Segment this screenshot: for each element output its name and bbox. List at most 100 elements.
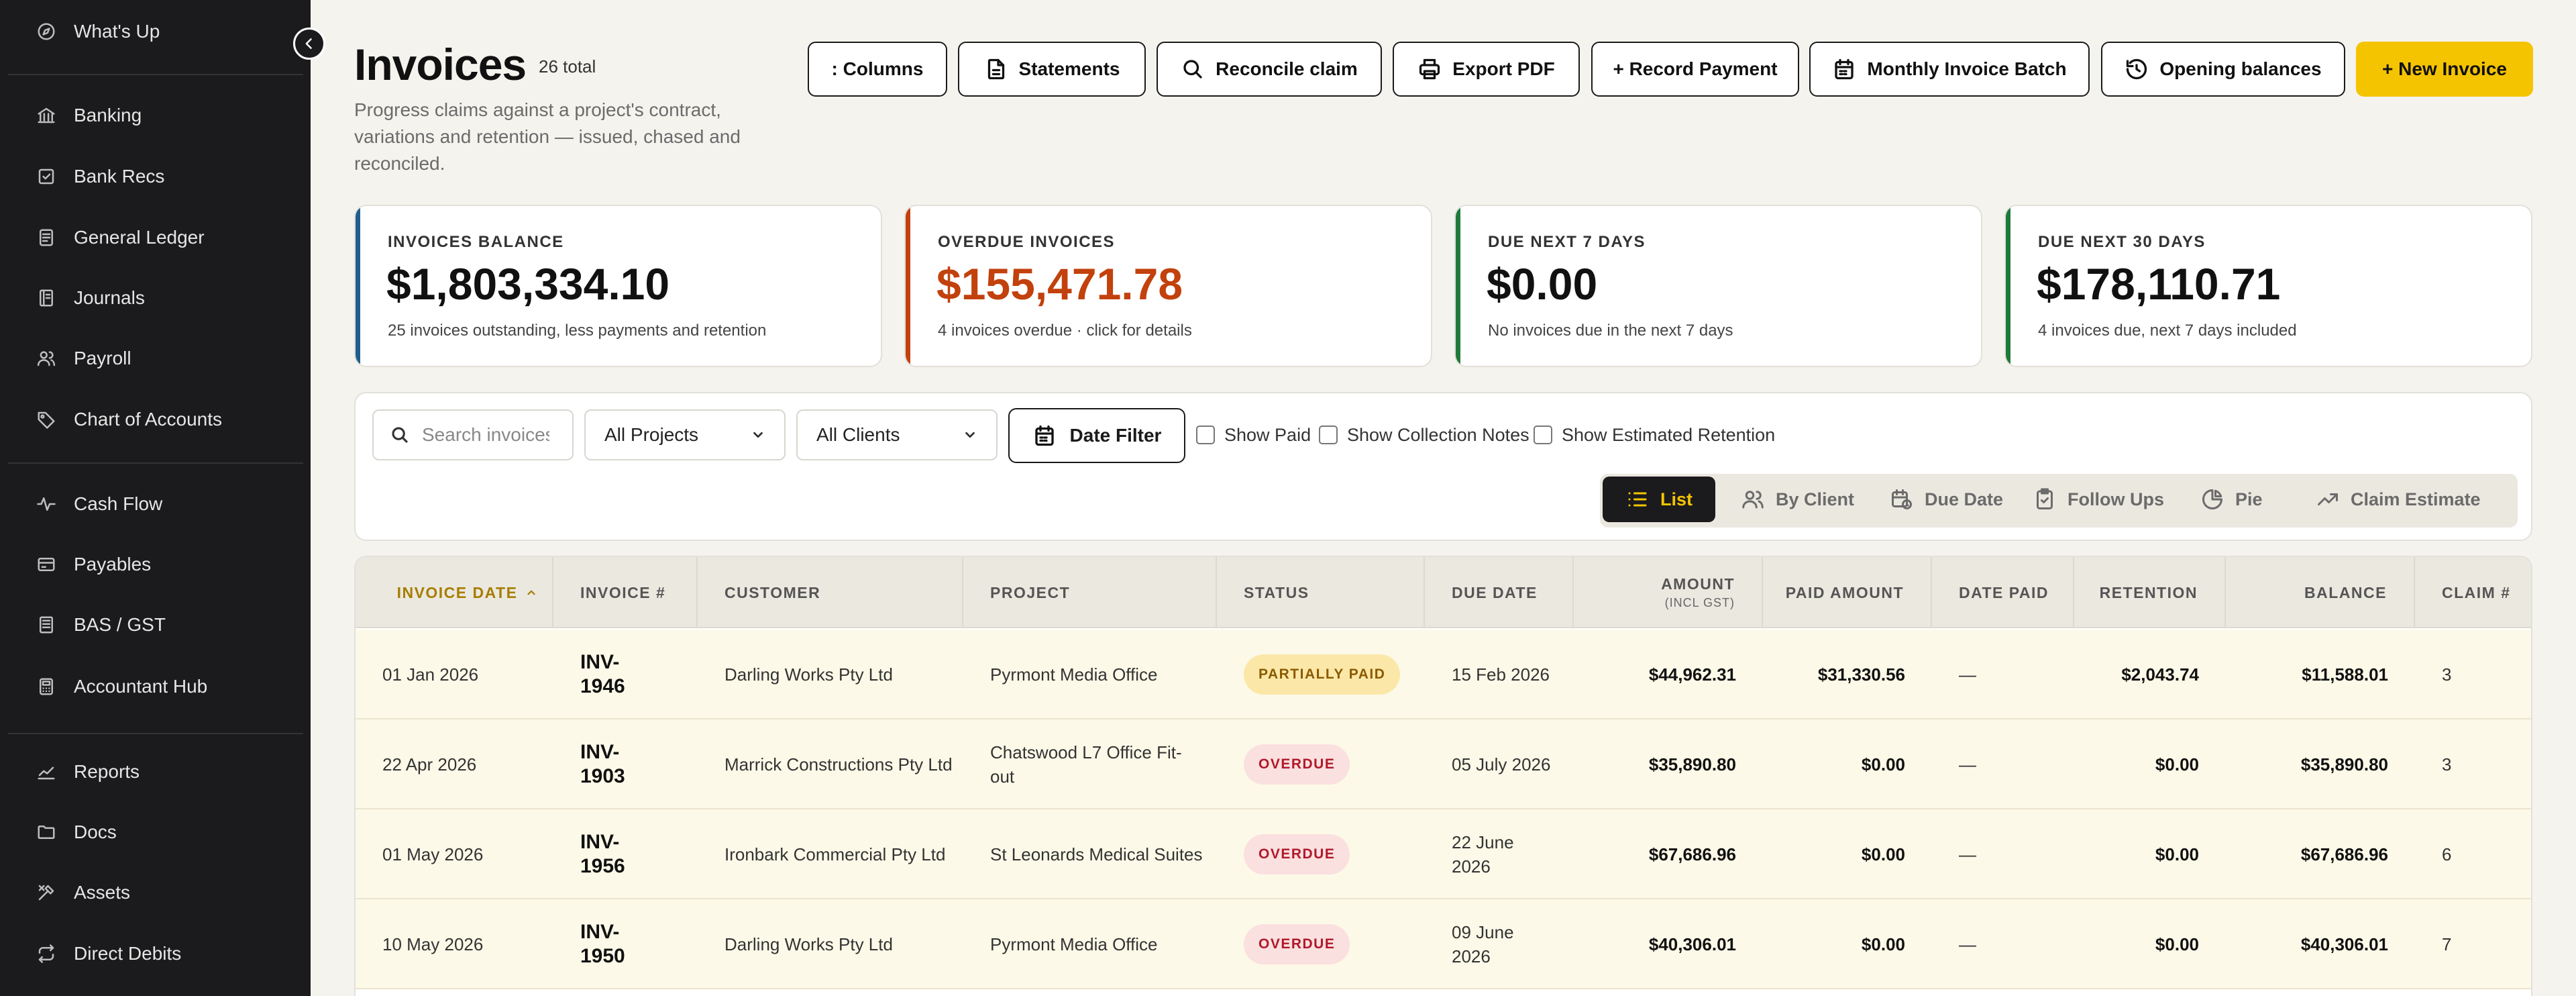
cell-invoice-number[interactable]: INV-1903 [580,719,647,809]
sidebar-item-general-ledger[interactable]: General Ledger [36,217,205,258]
column-header-due-date[interactable]: DUE DATE [1425,557,1574,628]
clients-select-value: All Clients [816,424,900,445]
column-header-invoice-date[interactable]: INVOICE DATE [356,557,553,628]
date-filter-button[interactable]: Date Filter [1008,408,1185,463]
checkbox-box[interactable] [1196,426,1215,444]
sidebar-item-chart-of-accounts[interactable]: Chart of Accounts [36,399,222,440]
view-tab-list[interactable]: List [1603,477,1716,522]
sidebar-item-label: Bank Recs [74,166,165,187]
sidebar-item-journals[interactable]: Journals [36,278,145,318]
date-filter-label: Date Filter [1069,425,1162,446]
clipboard-check-icon [2037,488,2053,509]
kpi-card-invoices-balance[interactable]: INVOICES BALANCE $1,803,334.10 25 invoic… [354,205,882,367]
export-pdf-button[interactable]: Export PDF [1393,42,1580,97]
cell-amount: $67,686.96 [1648,844,1736,864]
column-header-balance[interactable]: BALANCE [2226,557,2415,628]
view-tab-label: Due Date [1925,489,2004,509]
sidebar-item-cash-flow[interactable]: Cash Flow [36,484,162,524]
sidebar-item-banking[interactable]: Banking [36,95,142,136]
cell-retention: $0.00 [2155,844,2199,864]
sidebar-item-payables[interactable]: Payables [36,544,151,585]
cell-invoice-number[interactable]: INV-1956 [580,809,647,899]
sidebar-item-bank-recs[interactable]: Bank Recs [36,156,164,197]
search-input[interactable] [422,424,549,446]
tools-icon [38,885,54,901]
cell-status: PARTIALLY PAID [1244,630,1425,719]
card-icon [38,558,55,571]
view-tab-pie[interactable]: Pie [2191,477,2272,522]
sidebar-item-docs[interactable]: Docs [36,812,117,852]
sidebar-item-payroll[interactable]: Payroll [36,338,131,379]
trending-up-icon [2318,493,2338,505]
columns-button[interactable]: : Columns [808,42,947,97]
sidebar-item-direct-debits[interactable]: Direct Debits [36,934,181,974]
table-row[interactable]: 01 May 2026 INV-1956 Ironbark Commercial… [356,809,2531,899]
sidebar-collapse-button[interactable] [293,28,325,60]
kpi-card-due-next-7-days[interactable]: DUE NEXT 7 DAYS $0.00 No invoices due in… [1454,205,1982,367]
kpi-value: $178,110.71 [2037,259,2281,309]
kpi-accent-bar [906,206,910,366]
sidebar-item-bas-gst[interactable]: BAS / GST [36,605,166,645]
opening-balances-button[interactable]: Opening balances [2101,42,2345,97]
reconcile-claim-button[interactable]: Reconcile claim [1157,42,1382,97]
reconcile-claim-button-label: Reconcile claim [1216,58,1358,79]
column-header-label: BALANCE [2304,583,2387,601]
cell-invoice-number[interactable]: INV-1950 [580,899,647,989]
column-header-label: PAID AMOUNT [1785,583,1904,601]
sidebar-item-reports[interactable]: Reports [36,752,140,792]
sidebar-item-label: Accountant Hub [74,676,208,697]
column-header-paid-amount[interactable]: PAID AMOUNT [1763,557,1932,628]
column-header-label: STATUS [1244,583,1309,601]
sidebar-item-accountant-hub[interactable]: Accountant Hub [36,666,207,707]
column-header-invoice-number[interactable]: INVOICE # [553,557,698,628]
kpi-value: $0.00 [1487,259,1598,309]
table-row[interactable]: 01 Jan 2026 INV-1946 Darling Works Pty L… [356,630,2531,719]
show-collection-notes-checkbox[interactable]: Show Collection Notes [1319,423,1529,447]
view-tab-claim-estimate[interactable]: Claim Estimate [2306,477,2490,522]
chart-icon [38,766,55,780]
kpi-card-due-next-30-days[interactable]: DUE NEXT 30 DAYS $178,110.71 4 invoices … [2004,205,2532,367]
record-payment-button[interactable]: + Record Payment [1591,42,1799,97]
export-pdf-button-label: Export PDF [1452,58,1555,79]
search-box[interactable] [372,409,574,460]
statements-button[interactable]: Statements [958,42,1146,97]
show-estimated-retention-checkbox[interactable]: Show Estimated Retention [1534,423,1775,447]
column-header-retention[interactable]: RETENTION [2074,557,2226,628]
column-header-claim-number[interactable]: CLAIM # [2415,557,2531,628]
chevron-left-icon [305,38,312,49]
cell-customer: Marrick Constructions Pty Ltd [724,754,953,775]
cell-invoice-number[interactable]: INV-1946 [580,630,647,719]
users-icon [37,351,56,366]
columns-button-label: : Columns [831,58,924,79]
checkbox-box[interactable] [1534,426,1552,444]
checkbox-box[interactable] [1319,426,1338,444]
projects-select[interactable]: All Projects [584,409,786,460]
column-header-project[interactable]: PROJECT [963,557,1217,628]
view-tab-by-client[interactable]: By Client [1731,477,1864,522]
view-tab-follow-ups[interactable]: Follow Ups [2023,477,2174,522]
cell-amount: $40,306.01 [1648,934,1736,954]
column-header-date-paid[interactable]: DATE PAID [1932,557,2074,628]
show-paid-label: Show Paid [1224,424,1311,445]
kpi-accent-bar [356,206,360,366]
new-invoice-button-label: + New Invoice [2382,58,2507,79]
view-tab-due-date[interactable]: Due Date [1880,477,2012,522]
new-invoice-button[interactable]: + New Invoice [2356,42,2533,97]
clients-select[interactable]: All Clients [796,409,998,460]
column-header-amount[interactable]: AMOUNT (INCL GST) [1574,557,1763,628]
table-row[interactable]: 22 Apr 2026 INV-1903 Marrick Constructio… [356,719,2531,809]
kpi-card-overdue-invoices[interactable]: OVERDUE INVOICES $155,471.78 4 invoices … [904,205,1432,367]
column-header-customer[interactable]: CUSTOMER [698,557,963,628]
sidebar-item-assets[interactable]: Assets [36,873,130,913]
show-paid-checkbox[interactable]: Show Paid [1196,423,1311,447]
sidebar-item-label: Journals [74,287,145,308]
cell-customer: Darling Works Pty Ltd [724,934,893,954]
table-row[interactable]: 10 May 2026 INV-1950 Darling Works Pty L… [356,899,2531,989]
kpi-note: 4 invoices overdue · click for details [938,321,1192,340]
monthly-invoice-batch-button[interactable]: Monthly Invoice Batch [1809,42,2090,97]
column-header-status[interactable]: STATUS [1217,557,1425,628]
show-collection-notes-label: Show Collection Notes [1347,424,1529,445]
cell-retention: $0.00 [2155,934,2199,954]
calendar-icon [1835,58,1854,80]
sidebar-item-whats-up[interactable]: What's Up [36,11,160,52]
